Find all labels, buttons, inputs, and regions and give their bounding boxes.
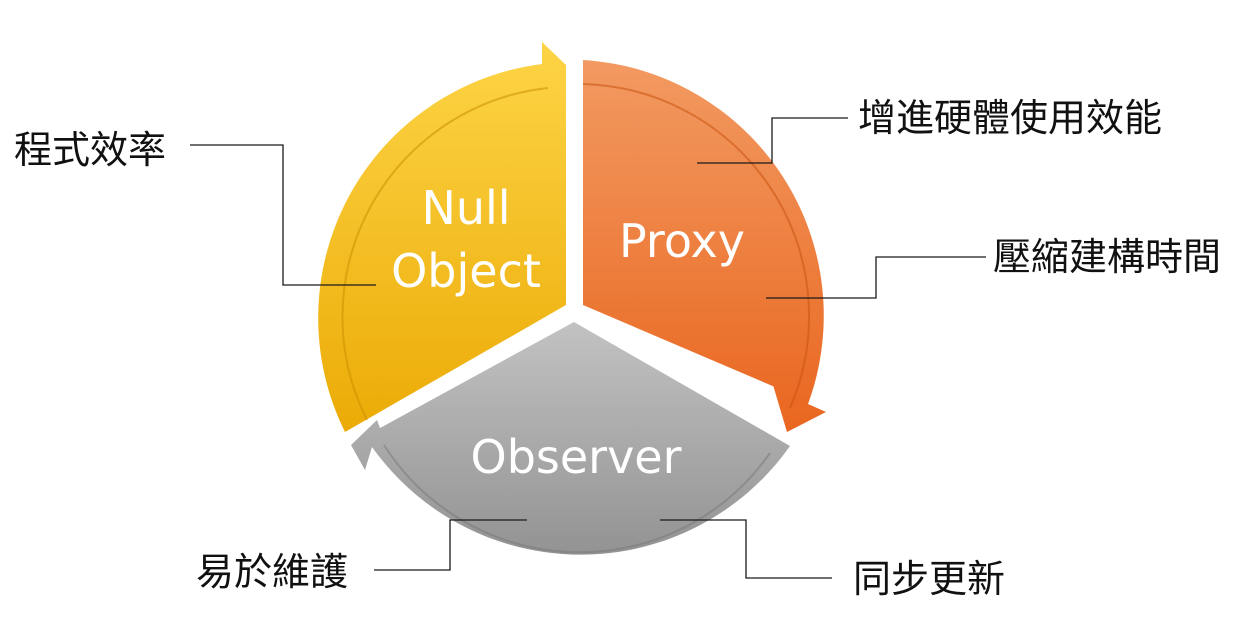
- annotation-sync-update: 同步更新: [853, 557, 1005, 601]
- proxy-label: Proxy: [619, 214, 745, 268]
- null-object-label-line2: Object: [391, 244, 541, 298]
- annotation-maintainability: 易於維護: [196, 550, 348, 594]
- annotation-program-efficiency: 程式效率: [14, 128, 166, 172]
- annotation-build-time: 壓縮建構時間: [993, 235, 1221, 279]
- observer-label: Observer: [470, 430, 681, 484]
- null-object-label-line1: Null: [421, 181, 510, 235]
- cycle-diagram: Null Object Proxy Observer 程式效率 增進硬體使用效能…: [14, 42, 1221, 601]
- annotation-hardware-performance: 增進硬體使用效能: [858, 96, 1162, 140]
